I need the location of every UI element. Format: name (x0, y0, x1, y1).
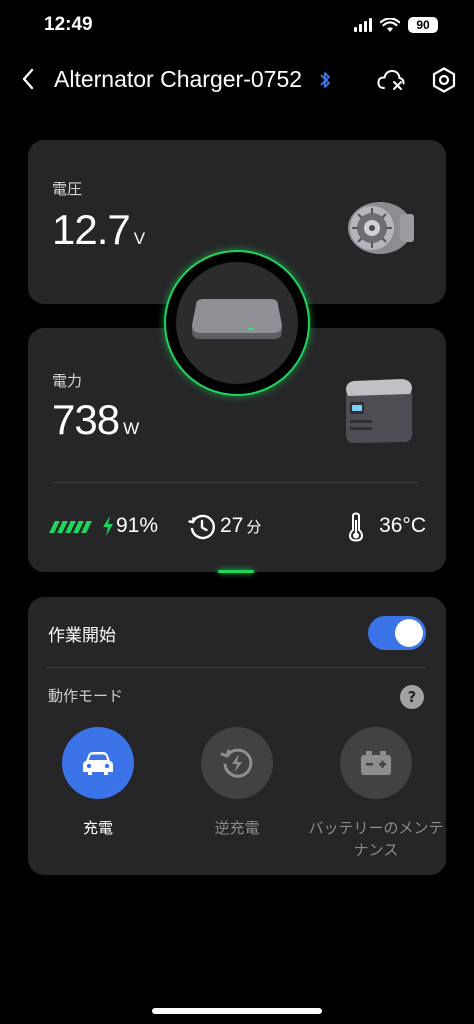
battery-indicator: 90 (408, 17, 438, 33)
battery-level-icon (49, 521, 92, 533)
alternator-image (348, 202, 414, 254)
mode-option-charge[interactable]: 充電 (28, 727, 168, 839)
status-icons: 90 (354, 17, 438, 33)
time-remaining-value: 27 (220, 514, 244, 537)
reverse-charge-icon (220, 748, 253, 778)
time-remaining-icon (188, 514, 216, 540)
voltage-label: 電圧 (52, 180, 83, 198)
help-button[interactable]: ? (400, 685, 424, 709)
mode-label-reverse-charge: 逆充電 (214, 819, 260, 837)
mode-circle-reverse-charge[interactable] (201, 727, 273, 799)
time-remaining-unit: 分 (246, 519, 262, 536)
mode-title: 動作モード (48, 687, 124, 705)
time-remaining: 27 分 (220, 514, 261, 538)
signal-icon (354, 18, 372, 32)
charging-bolt-icon (103, 516, 113, 536)
car-icon (83, 752, 113, 775)
battery-maintenance-icon (361, 751, 391, 775)
mode-option-battery-maintenance[interactable]: バッテリーのメンテナンス (306, 727, 446, 861)
mode-label-battery-maintenance: バッテリーのメンテナンス (308, 819, 444, 859)
thermometer-icon (348, 512, 364, 542)
start-operation-toggle[interactable] (368, 616, 426, 650)
voltage-unit: V (133, 229, 146, 248)
battery-percent: 91% (116, 514, 159, 537)
voltage-value: 12.7 (52, 206, 131, 253)
cloud-sync-icon[interactable] (376, 66, 406, 94)
mode-option-reverse-charge[interactable]: 逆充電 (167, 727, 307, 839)
settings-icon[interactable] (430, 66, 458, 94)
device-status-ring (164, 250, 310, 396)
power-label: 電力 (52, 372, 83, 390)
wifi-icon (380, 17, 400, 32)
status-glow (218, 570, 254, 573)
power-value: 738 (52, 396, 120, 443)
mode-label-charge: 充電 (82, 819, 113, 837)
nav-bar: Alternator Charger-0752 (0, 54, 474, 106)
power-station-image (346, 379, 412, 443)
toggle-knob (395, 619, 423, 647)
stats-row: 91% 27 分 36°C (49, 510, 426, 544)
power-divider (52, 482, 418, 483)
operation-divider (46, 667, 426, 668)
mode-circle-battery-maintenance[interactable] (340, 727, 412, 799)
device-image-holder (176, 262, 298, 384)
back-icon[interactable] (14, 64, 44, 94)
home-indicator[interactable] (152, 1008, 322, 1014)
page-title: Alternator Charger-0752 (54, 66, 303, 92)
charger-device-image (192, 299, 282, 339)
power-unit: W (123, 419, 140, 438)
status-bar: 12:49 90 (0, 0, 474, 54)
start-operation-label: 作業開始 (48, 626, 116, 646)
mode-circle-charge[interactable] (62, 727, 134, 799)
temperature-value: 36°C (379, 514, 426, 537)
bluetooth-icon (320, 72, 330, 88)
operation-card: 作業開始 動作モード ? 充電 逆充電 バッテリーのメンテナンス (28, 597, 446, 875)
voltage-reading: 12.7 V (52, 206, 145, 254)
status-time: 12:49 (44, 14, 93, 35)
power-reading: 738 W (52, 396, 139, 444)
